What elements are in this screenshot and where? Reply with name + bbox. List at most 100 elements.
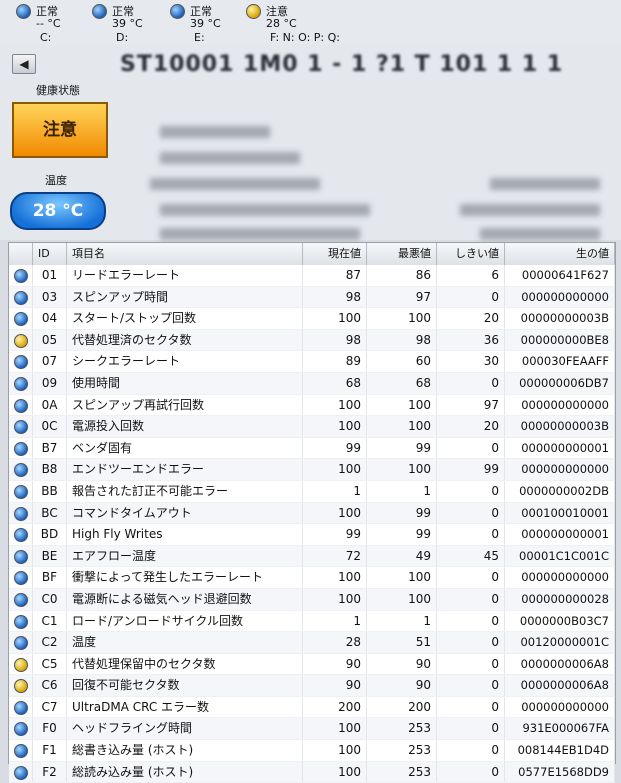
status-dot-icon	[14, 420, 28, 435]
status-dot-icon	[14, 441, 28, 456]
drive-temperature: 39 °C	[190, 17, 221, 30]
attribute-id: 03	[33, 286, 67, 308]
attribute-threshold: 0	[437, 718, 505, 740]
table-row[interactable]: 05 代替処理済のセクタ数 98 98 36 000000000BE8	[9, 329, 615, 352]
row-status-cell	[9, 740, 33, 761]
attribute-raw-value: 000000000000	[505, 459, 615, 480]
column-header-threshold[interactable]: しきい値	[437, 243, 505, 265]
attribute-id: F2	[33, 761, 67, 783]
table-row[interactable]: BD High Fly Writes 99 99 0 000000000001	[9, 524, 615, 546]
status-dot-icon	[14, 657, 28, 672]
table-row[interactable]: C6 回復不可能セクタ数 90 90 0 0000000006A8	[9, 675, 615, 697]
attribute-worst: 99	[367, 524, 437, 545]
row-status-cell	[9, 286, 33, 308]
back-arrow-icon: ◀	[19, 57, 29, 71]
attribute-id: BD	[33, 524, 67, 545]
attribute-id: BB	[33, 480, 67, 502]
table-row[interactable]: F2 総読み込み量 (ホスト) 100 253 0 0577E1568DD9	[9, 761, 615, 783]
attribute-worst: 60	[367, 351, 437, 372]
attribute-worst: 253	[367, 761, 437, 783]
attribute-name: スピンアップ再試行回数	[67, 394, 303, 416]
attribute-raw-value: 000000006DB7	[505, 372, 615, 394]
table-row[interactable]: F1 総書き込み量 (ホスト) 100 253 0 008144EB1D4D	[9, 740, 615, 762]
table-row[interactable]: 09 使用時間 68 68 0 000000006DB7	[9, 372, 615, 395]
column-header-status[interactable]	[9, 243, 33, 265]
attribute-name: エアフロー温度	[67, 545, 303, 567]
row-status-cell	[9, 372, 33, 394]
attribute-raw-value: 0000000B03C7	[505, 610, 615, 632]
attribute-threshold: 0	[437, 502, 505, 524]
attribute-id: BF	[33, 567, 67, 588]
attribute-name: リードエラーレート	[67, 265, 303, 286]
table-row[interactable]: 0A スピンアップ再試行回数 100 100 97 000000000000	[9, 394, 615, 417]
table-row[interactable]: 07 シークエラーレート 89 60 30 000030FEAAFF	[9, 351, 615, 373]
temperature-badge[interactable]: 28 °C	[10, 192, 106, 230]
drive-status-dot-icon	[16, 4, 31, 19]
table-row[interactable]: 04 スタート/ストップ回数 100 100 20 00000000003B	[9, 308, 615, 330]
attribute-worst: 90	[367, 653, 437, 675]
attribute-name: シークエラーレート	[67, 351, 303, 372]
table-row[interactable]: C1 ロード/アンロードサイクル回数 1 1 0 0000000B03C7	[9, 610, 615, 633]
attribute-worst: 1	[367, 480, 437, 502]
attribute-worst: 1	[367, 610, 437, 632]
attribute-id: F1	[33, 740, 67, 761]
attribute-worst: 51	[367, 632, 437, 653]
table-row[interactable]: B7 ベンダ固有 99 99 0 000000000001	[9, 437, 615, 460]
attribute-current: 99	[303, 437, 367, 459]
table-row[interactable]: 0C 電源投入回数 100 100 20 00000000003B	[9, 416, 615, 438]
attribute-name: ベンダ固有	[67, 437, 303, 459]
attribute-raw-value: 931E000067FA	[505, 718, 615, 740]
drive-letter: E:	[194, 31, 205, 44]
table-row[interactable]: C0 電源断による磁気ヘッド退避回数 100 100 0 000000000028	[9, 588, 615, 611]
attribute-threshold: 0	[437, 632, 505, 653]
attribute-name: ヘッドフライング時間	[67, 718, 303, 740]
table-row[interactable]: 03 スピンアップ時間 98 97 0 000000000000	[9, 286, 615, 309]
column-header-worst[interactable]: 最悪値	[367, 243, 437, 265]
column-header-name[interactable]: 項目名	[67, 243, 303, 265]
column-header-current[interactable]: 現在値	[303, 243, 367, 265]
status-dot-icon	[14, 744, 28, 759]
attribute-raw-value: 00000641F627	[505, 265, 615, 286]
back-button[interactable]: ◀	[12, 54, 36, 74]
row-status-cell	[9, 588, 33, 610]
column-header-raw[interactable]: 生の値	[505, 243, 615, 265]
drive-status-3[interactable]: 注意 28 °C F: N: O: P: Q:	[242, 2, 392, 44]
attribute-name: スピンアップ時間	[67, 286, 303, 308]
table-row[interactable]: BC コマンドタイムアウト 100 99 0 000100010001	[9, 502, 615, 525]
attribute-current: 1	[303, 610, 367, 632]
status-dot-icon	[14, 592, 28, 607]
health-status-badge[interactable]: 注意	[12, 102, 108, 158]
column-header-id[interactable]: ID	[33, 243, 67, 265]
attribute-current: 100	[303, 588, 367, 610]
table-row[interactable]: BE エアフロー温度 72 49 45 00001C1C001C	[9, 545, 615, 568]
attribute-id: 0C	[33, 416, 67, 437]
attribute-worst: 100	[367, 588, 437, 610]
drive-letter: F: N: O: P: Q:	[270, 31, 340, 44]
table-row[interactable]: BF 衝撃によって発生したエラーレート 100 100 0 000000000000	[9, 567, 615, 589]
row-status-cell	[9, 718, 33, 740]
attribute-id: BC	[33, 502, 67, 524]
table-row[interactable]: C7 UltraDMA CRC エラー数 200 200 0 000000000000	[9, 696, 615, 719]
table-row[interactable]: BB 報告された訂正不可能エラー 1 1 0 0000000002DB	[9, 480, 615, 503]
table-row[interactable]: B8 エンドツーエンドエラー 100 100 99 000000000000	[9, 459, 615, 481]
attribute-raw-value: 008144EB1D4D	[505, 740, 615, 761]
drive-temperature: 39 °C	[112, 17, 143, 30]
attribute-threshold: 0	[437, 372, 505, 394]
attribute-threshold: 0	[437, 610, 505, 632]
attribute-threshold: 0	[437, 480, 505, 502]
table-row[interactable]: C5 代替処理保留中のセクタ数 90 90 0 0000000006A8	[9, 653, 615, 676]
status-dot-icon	[14, 722, 28, 737]
table-row[interactable]: F0 ヘッドフライング時間 100 253 0 931E000067FA	[9, 718, 615, 741]
attribute-name: 温度	[67, 632, 303, 653]
status-dot-icon	[14, 398, 28, 413]
attribute-current: 1	[303, 480, 367, 502]
row-status-cell	[9, 308, 33, 329]
row-status-cell	[9, 329, 33, 351]
table-row[interactable]: C2 温度 28 51 0 00120000001C	[9, 632, 615, 654]
attribute-threshold: 0	[437, 437, 505, 459]
attribute-raw-value: 00001C1C001C	[505, 545, 615, 567]
attribute-threshold: 30	[437, 351, 505, 372]
table-row[interactable]: 01 リードエラーレート 87 86 6 00000641F627	[9, 265, 615, 287]
attribute-current: 100	[303, 740, 367, 761]
attribute-current: 100	[303, 308, 367, 329]
